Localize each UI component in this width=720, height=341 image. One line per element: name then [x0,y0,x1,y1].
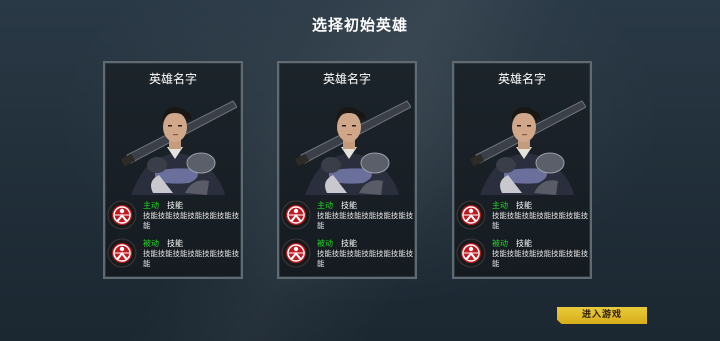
skill-label: 技能 [516,201,532,210]
hero-card-1[interactable]: 英雄名字 主动 技能 技能技能技能技能技能技能技能 被动 技能 技能技能技能技能… [103,61,243,279]
hero-portrait-icon [469,100,586,195]
hero-portrait-icon [120,100,237,195]
passive-skill: 被动 技能 技能技能技能技能技能技能技能 [456,238,590,274]
active-skill: 主动 技能 技能技能技能技能技能技能技能 [281,200,415,236]
skill-description: 技能技能技能技能技能技能技能 [143,249,240,268]
skill-description: 技能技能技能技能技能技能技能 [317,249,414,268]
skill-emblem-icon [107,238,137,268]
skill-description: 技能技能技能技能技能技能技能 [143,211,240,230]
hero-name: 英雄名字 [322,72,371,86]
hero-name: 英雄名字 [148,72,197,86]
passive-skill: 被动 技能 技能技能技能技能技能技能技能 [107,238,241,274]
passive-skill: 被动 技能 技能技能技能技能技能技能技能 [281,238,415,274]
hero-card-2[interactable]: 英雄名字 主动 技能 技能技能技能技能技能技能技能 被动 技能 技能技能技能技能… [277,61,417,279]
enter-game-button[interactable]: 进入游戏 [557,307,647,324]
skill-type-label: 被动 [143,239,159,248]
skill-emblem-icon [456,200,486,230]
skill-type-label: 主动 [317,201,333,210]
skill-type-label: 主动 [492,201,508,210]
skill-emblem-icon [456,238,486,268]
skill-type-label: 主动 [143,201,159,210]
skill-description: 技能技能技能技能技能技能技能 [317,211,414,230]
hero-portrait-icon [294,100,411,195]
skill-emblem-icon [107,200,137,230]
skill-description: 技能技能技能技能技能技能技能 [492,211,589,230]
page-title: 选择初始英雄 [311,16,408,34]
skill-label: 技能 [341,201,357,210]
skill-label: 技能 [341,239,357,248]
skill-description: 技能技能技能技能技能技能技能 [492,249,589,268]
skill-emblem-icon [281,238,311,268]
hero-name: 英雄名字 [497,72,546,86]
skill-type-label: 被动 [317,239,333,248]
skill-label: 技能 [167,239,183,248]
skill-label: 技能 [516,239,532,248]
active-skill: 主动 技能 技能技能技能技能技能技能技能 [456,200,590,236]
skill-emblem-icon [281,200,311,230]
skill-label: 技能 [167,201,183,210]
active-skill: 主动 技能 技能技能技能技能技能技能技能 [107,200,241,236]
hero-card-3[interactable]: 英雄名字 主动 技能 技能技能技能技能技能技能技能 被动 技能 技能技能技能技能… [452,61,592,279]
skill-type-label: 被动 [492,239,508,248]
